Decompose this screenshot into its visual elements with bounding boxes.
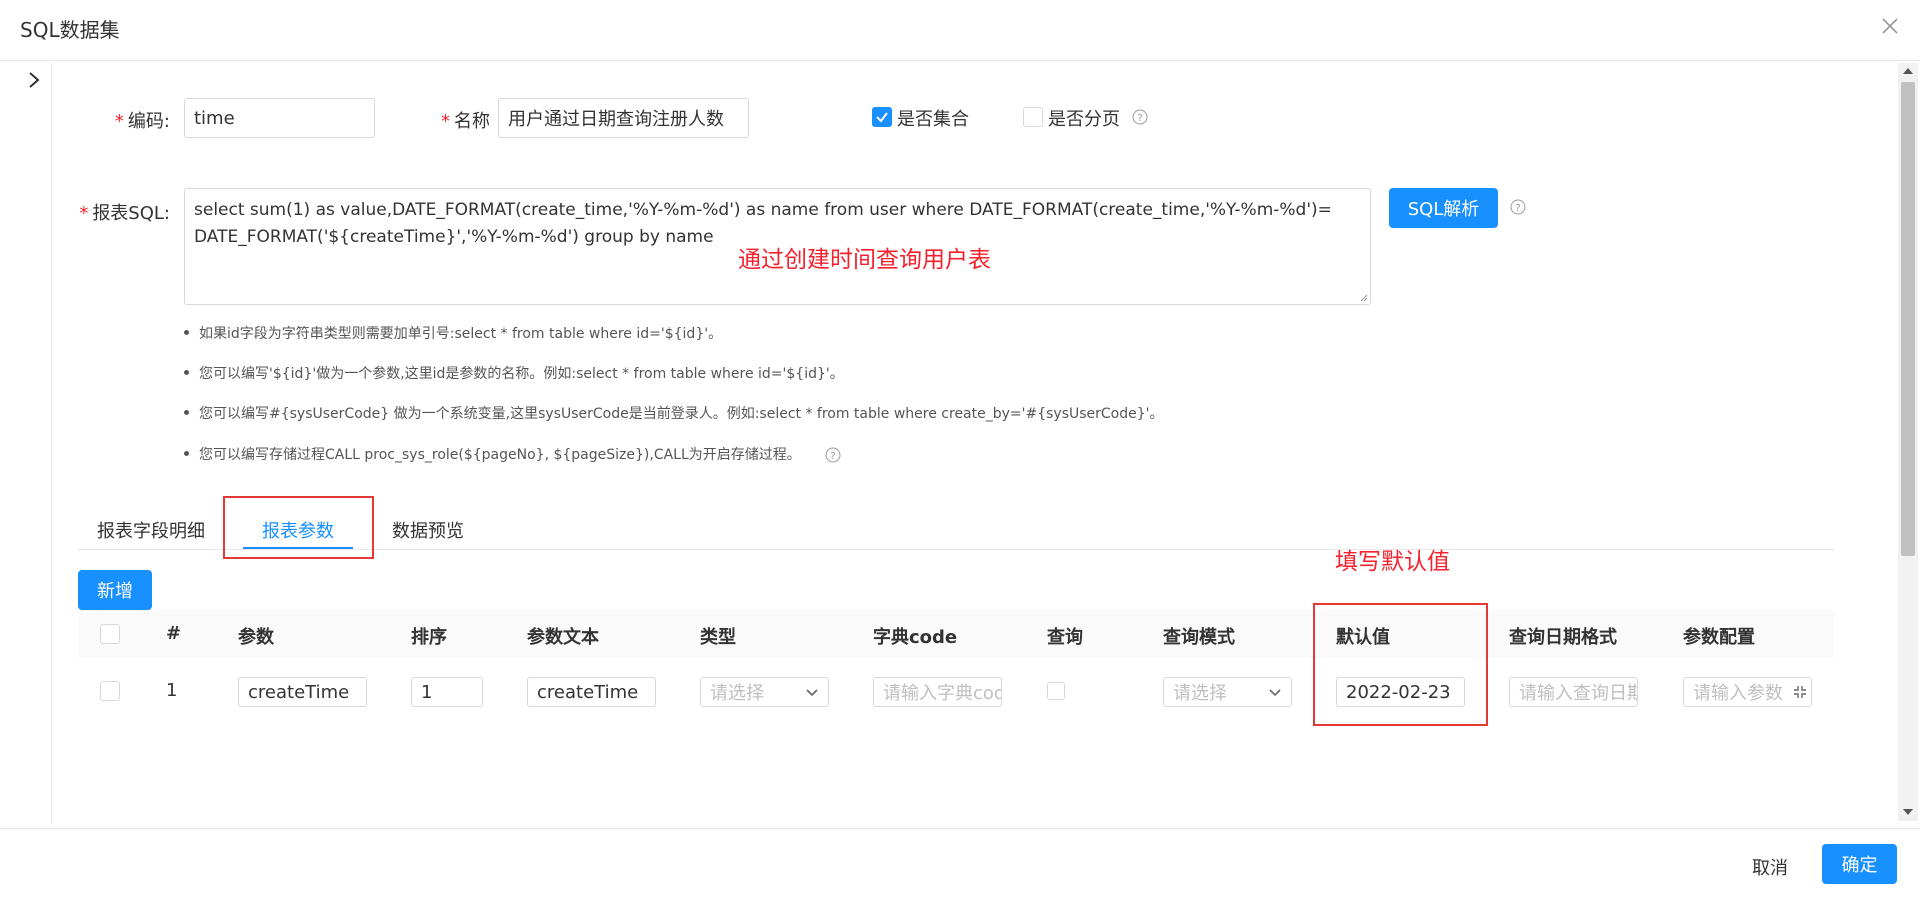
column-header: 类型 (700, 627, 736, 648)
sql-line-1: select sum(1) as value,DATE_FORMAT(creat… (194, 200, 1332, 220)
cancel-button[interactable]: 取消 (1752, 854, 1788, 880)
column-header: 查询日期格式 (1509, 627, 1617, 648)
scroll-up-icon[interactable] (1902, 67, 1914, 75)
add-button[interactable]: 新增 (78, 570, 152, 610)
is-paged-checkbox[interactable] (1023, 107, 1043, 127)
resize-handle-icon[interactable] (1358, 292, 1368, 302)
tip-item: 您可以编写存储过程CALL proc_sys_role(${pageNo}, $… (184, 444, 841, 464)
is-collection-checkbox[interactable] (872, 107, 892, 127)
tip-item: 您可以编写'${id}'做为一个参数,这里id是参数的名称。例如:select … (184, 363, 844, 383)
help-icon[interactable]: ? (1132, 109, 1148, 125)
query-mode-select[interactable]: 请选择 (1163, 677, 1292, 707)
column-header: # (166, 623, 182, 644)
order-input[interactable]: 1 (411, 677, 483, 707)
close-icon[interactable] (1878, 14, 1902, 38)
dialog-header (0, 0, 1920, 61)
chevron-right-icon[interactable] (24, 68, 44, 92)
chevron-down-icon (1269, 689, 1281, 697)
chevron-down-icon (806, 689, 818, 697)
column-header: 查询 (1047, 627, 1083, 648)
help-icon[interactable]: ? (825, 447, 841, 463)
is-collection-label: 是否集合 (897, 109, 969, 130)
confirm-button[interactable]: 确定 (1822, 844, 1897, 884)
column-header: 查询模式 (1163, 627, 1235, 648)
svg-text:?: ? (1515, 203, 1520, 214)
column-header: 参数 (238, 627, 274, 648)
is-paged-label: 是否分页 (1048, 109, 1120, 130)
help-icon[interactable]: ? (1510, 199, 1526, 215)
sql-annotation: 通过创建时间查询用户表 (738, 247, 991, 273)
dict-code-input[interactable]: 请输入字典code (873, 677, 1002, 707)
column-header: 参数文本 (527, 627, 599, 648)
sidebar-divider (51, 63, 52, 823)
svg-text:?: ? (831, 451, 836, 462)
footer-divider (0, 828, 1920, 829)
dialog-title: SQL数据集 (20, 18, 120, 42)
scrollbar-thumb[interactable] (1901, 82, 1915, 556)
tab-field-details[interactable]: 报表字段明细 (97, 517, 205, 543)
sql-label: * 报表SQL: (79, 203, 170, 224)
param-text-input[interactable]: createTime (527, 677, 656, 707)
type-select[interactable]: 请选择 (700, 677, 829, 707)
tab-data-preview[interactable]: 数据预览 (392, 517, 464, 543)
highlight-box (1313, 603, 1488, 726)
check-icon (876, 112, 888, 123)
tip-item: 如果id字段为字符串类型则需要加单引号:select * from table … (184, 323, 722, 343)
param-input[interactable]: createTime (238, 677, 367, 707)
tip-item: 您可以编写#{sysUserCode} 做为一个系统变量,这里sysUserCo… (184, 403, 1164, 423)
row-checkbox[interactable] (100, 681, 120, 701)
expand-icon[interactable] (1793, 685, 1807, 699)
column-header: 字典code (873, 627, 958, 648)
date-format-input[interactable]: 请输入查询日期格式 (1509, 677, 1638, 707)
highlight-box (223, 496, 374, 559)
column-header: 排序 (411, 627, 447, 648)
row-index: 1 (166, 680, 178, 701)
svg-text:?: ? (1137, 113, 1142, 124)
column-header: 参数配置 (1683, 627, 1755, 648)
select-all-checkbox[interactable] (100, 624, 120, 644)
query-checkbox[interactable] (1047, 682, 1065, 700)
code-label: * 编码: (114, 111, 170, 132)
scroll-down-icon[interactable] (1902, 808, 1914, 816)
param-config-input[interactable]: 请输入参数配置 (1683, 677, 1812, 707)
name-label: * 名称 (441, 111, 490, 132)
default-annotation: 填写默认值 (1335, 549, 1450, 575)
code-input[interactable]: time (184, 98, 375, 138)
name-input[interactable]: 用户通过日期查询注册人数 (498, 98, 749, 138)
sql-parse-button[interactable]: SQL解析 (1389, 188, 1498, 228)
